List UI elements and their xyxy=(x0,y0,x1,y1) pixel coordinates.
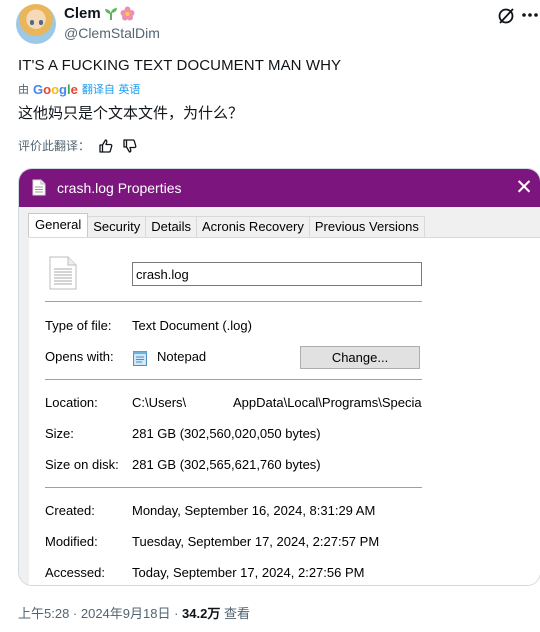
translated-by-label: 由 xyxy=(18,83,29,96)
change-button[interactable]: Change... xyxy=(300,346,420,369)
size-value: 281 GB (302,560,020,050 bytes) xyxy=(132,426,321,441)
size-on-disk-value: 281 GB (302,565,621,760 bytes) xyxy=(132,457,321,472)
general-panel: crash.log Type of file: Text Document (.… xyxy=(29,237,540,585)
rate-translation-label: 评价此翻译： xyxy=(18,139,91,153)
author-handle[interactable]: @ClemStalDim xyxy=(64,25,160,41)
size-label: Size: xyxy=(45,426,74,441)
sprout-emoji xyxy=(104,7,117,20)
accessed-label: Accessed: xyxy=(45,565,105,580)
tab-previous-versions[interactable]: Previous Versions xyxy=(308,216,425,237)
tab-strip: General Security Details Acronis Recover… xyxy=(28,213,425,237)
accessed-value: Today, September 17, 2024, 2:27:56 PM xyxy=(132,565,365,580)
location-value-start: C:\Users\ xyxy=(132,395,187,410)
display-name[interactable]: Clem xyxy=(64,5,101,22)
opens-with-label: Opens with: xyxy=(45,349,114,364)
author-name[interactable]: Clem xyxy=(64,5,135,22)
translated-text: 这他妈只是个文本文件，为什么？ xyxy=(18,104,244,122)
views-label: 查看 xyxy=(220,606,250,621)
size-on-disk-label: Size on disk: xyxy=(45,457,119,472)
modified-label: Modified: xyxy=(45,534,98,549)
notepad-icon xyxy=(133,351,147,366)
dialog-title-bar: crash.log Properties ✕ xyxy=(19,169,540,207)
translation-attribution: 由 Google 翻译自 英语 xyxy=(18,81,140,97)
grok-icon[interactable] xyxy=(496,6,516,26)
file-name-field[interactable]: crash.log xyxy=(132,262,422,286)
location-label: Location: xyxy=(45,395,98,410)
text-document-icon xyxy=(49,256,77,290)
attached-image[interactable]: crash.log Properties ✕ General Security … xyxy=(18,168,540,586)
file-icon xyxy=(32,179,46,196)
tweet-timestamp[interactable]: 上午5:28 · 2024年9月18日 · xyxy=(18,606,182,621)
separator xyxy=(45,487,422,488)
separator xyxy=(45,379,422,380)
separator xyxy=(45,301,422,302)
rate-translation: 评价此翻译： xyxy=(18,137,138,154)
type-of-file-value: Text Document (.log) xyxy=(132,318,252,333)
avatar[interactable] xyxy=(16,4,56,44)
dialog-title: crash.log Properties xyxy=(57,180,182,196)
thumbs-up-icon[interactable] xyxy=(98,138,114,154)
tab-security[interactable]: Security xyxy=(87,216,147,237)
created-value: Monday, September 16, 2024, 8:31:29 AM xyxy=(132,503,376,518)
close-icon[interactable]: ✕ xyxy=(513,177,535,199)
tab-general[interactable]: General xyxy=(28,213,89,237)
opens-with-value: Notepad xyxy=(157,349,207,364)
created-label: Created: xyxy=(45,503,95,518)
translated-from-link[interactable]: 翻译自 英语 xyxy=(82,81,141,97)
thumbs-down-icon[interactable] xyxy=(122,138,138,154)
view-count: 34.2万 xyxy=(182,606,221,621)
flower-emoji xyxy=(120,6,135,21)
tweet-text: IT'S A FUCKING TEXT DOCUMENT MAN WHY xyxy=(18,57,342,74)
google-logo: Google xyxy=(33,81,78,97)
type-of-file-label: Type of file: xyxy=(45,318,112,333)
tab-details[interactable]: Details xyxy=(145,216,197,237)
modified-value: Tuesday, September 17, 2024, 2:27:57 PM xyxy=(132,534,380,549)
location-value-end: AppData\Local\Programs\Specia xyxy=(233,395,422,410)
dialog-body: General Security Details Acronis Recover… xyxy=(19,207,540,585)
tab-acronis-recovery[interactable]: Acronis Recovery xyxy=(195,216,310,237)
more-icon[interactable] xyxy=(520,4,540,26)
tweet-metadata: 上午5:28 · 2024年9月18日 · 34.2万 查看 xyxy=(18,603,250,622)
